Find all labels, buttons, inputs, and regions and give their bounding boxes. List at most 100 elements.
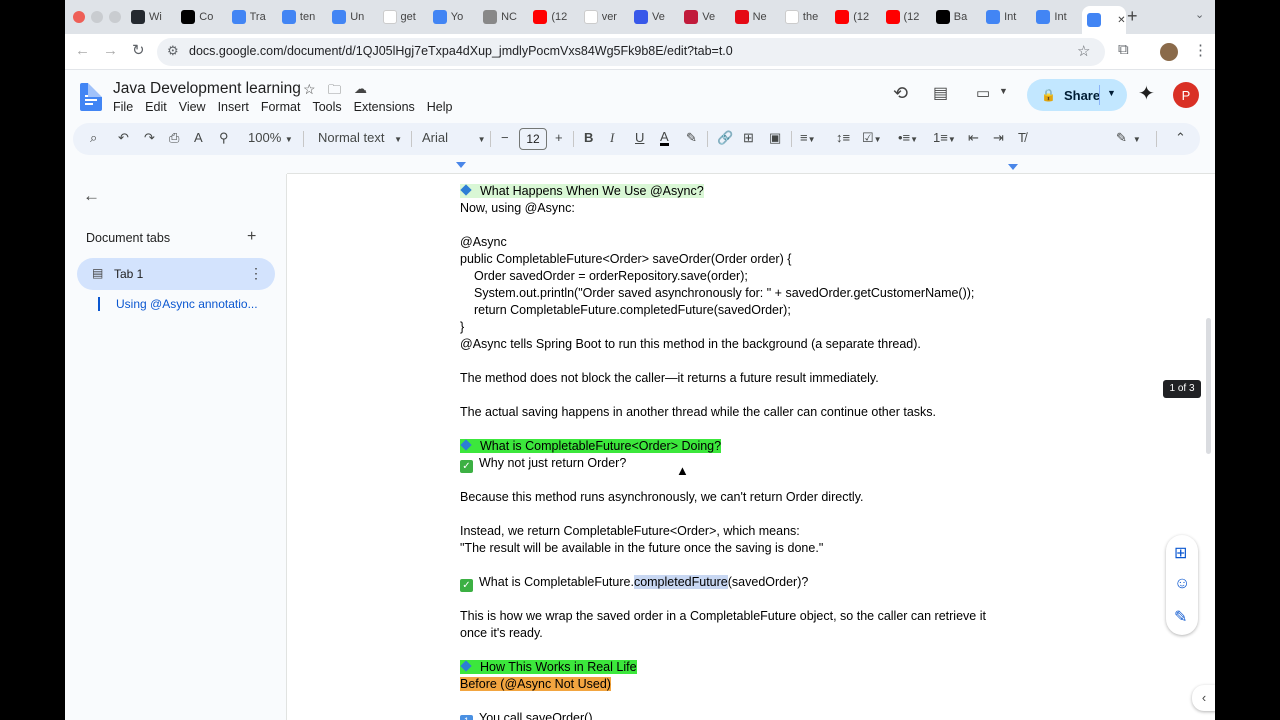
- back-arrow-icon[interactable]: ←: [75, 42, 90, 59]
- spellcheck-icon[interactable]: A: [194, 130, 203, 145]
- increase-indent-icon[interactable]: ⇥: [993, 130, 1004, 146]
- zoom-select[interactable]: 100% ▼: [248, 130, 293, 145]
- version-history-icon[interactable]: ⟲: [893, 83, 908, 104]
- profile-avatar[interactable]: [1160, 43, 1178, 61]
- print-icon[interactable]: ⎙: [169, 130, 179, 146]
- line-spacing-icon[interactable]: ↕≡: [836, 130, 850, 145]
- share-button[interactable]: 🔒 Share ▼: [1027, 79, 1127, 111]
- left-indent-marker[interactable]: [456, 162, 466, 168]
- insert-image-icon[interactable]: ▣: [769, 130, 781, 146]
- browser-tab[interactable]: ten: [281, 6, 326, 28]
- zoom-window-button[interactable]: [109, 11, 121, 23]
- browser-tab[interactable]: Un: [332, 6, 376, 28]
- browser-tab[interactable]: Ba: [935, 6, 980, 28]
- increase-font-size-icon[interactable]: +: [555, 130, 563, 145]
- decrease-indent-icon[interactable]: ⇤: [968, 130, 979, 146]
- star-icon[interactable]: ☆: [303, 81, 316, 98]
- search-menus-icon[interactable]: ⌕: [90, 130, 97, 146]
- align-icon[interactable]: ≡▼: [800, 130, 816, 145]
- cloud-saved-icon[interactable]: ☁: [354, 81, 367, 97]
- outline-item[interactable]: Using @Async annotatio...: [116, 297, 258, 311]
- browser-tab[interactable]: ver: [583, 6, 628, 28]
- menu-edit[interactable]: Edit: [145, 100, 167, 114]
- menu-view[interactable]: View: [179, 100, 206, 114]
- browser-tab[interactable]: Ne: [734, 6, 779, 28]
- bold-icon[interactable]: B: [584, 130, 593, 145]
- address-bar[interactable]: ⚙ docs.google.com/document/d/1QJ05lHgj7e…: [157, 38, 1105, 66]
- underline-icon[interactable]: U: [635, 130, 644, 145]
- text-color-icon[interactable]: A: [660, 130, 669, 146]
- share-dropdown-icon[interactable]: ▼: [1107, 88, 1116, 98]
- italic-icon[interactable]: I: [610, 130, 614, 146]
- menu-file[interactable]: File: [113, 100, 133, 114]
- minimize-window-button[interactable]: [91, 11, 103, 23]
- insert-link-icon[interactable]: 🔗: [717, 130, 733, 146]
- suggest-edits-icon[interactable]: ✎: [1174, 607, 1187, 627]
- new-tab-button[interactable]: +: [1127, 6, 1138, 27]
- browser-tab[interactable]: NC: [483, 6, 527, 28]
- browser-tab[interactable]: Ve: [634, 6, 678, 28]
- close-tab-icon[interactable]: ✕: [1117, 15, 1125, 26]
- browser-tab[interactable]: Tra: [231, 6, 276, 28]
- comments-icon[interactable]: ▤: [933, 83, 948, 103]
- paragraph-style-select[interactable]: Normal text ▼: [318, 130, 402, 145]
- tab-options-icon[interactable]: ⋮: [249, 265, 263, 282]
- redo-icon[interactable]: ↷: [144, 130, 155, 146]
- browser-tab[interactable]: ✕: [1081, 6, 1126, 34]
- gemini-sparkle-icon[interactable]: ✦: [1138, 81, 1155, 106]
- menu-tools[interactable]: Tools: [312, 100, 341, 114]
- document-title[interactable]: Java Development learning: [113, 80, 301, 98]
- add-tab-icon[interactable]: +: [247, 228, 256, 246]
- meet-camera-icon[interactable]: ▭: [976, 84, 990, 102]
- numbered-list-icon[interactable]: 1≡▼: [933, 130, 956, 145]
- account-avatar[interactable]: P: [1173, 82, 1199, 108]
- paint-format-icon[interactable]: ⚲: [219, 130, 229, 146]
- clear-formatting-icon[interactable]: T̸: [1018, 130, 1026, 145]
- add-comment-float-icon[interactable]: ⊞: [1174, 543, 1187, 563]
- browser-tab[interactable]: the: [784, 6, 829, 28]
- extensions-icon[interactable]: ⧉: [1118, 41, 1129, 58]
- docs-logo-icon[interactable]: [80, 83, 102, 111]
- forward-arrow-icon[interactable]: →: [103, 42, 118, 59]
- browser-tab[interactable]: Co: [181, 6, 225, 28]
- decrease-font-size-icon[interactable]: −: [501, 130, 509, 145]
- selected-text[interactable]: completedFuture: [633, 575, 728, 589]
- browser-tab[interactable]: (12: [835, 6, 879, 28]
- checklist-icon[interactable]: ☑▼: [862, 130, 882, 146]
- emoji-reaction-icon[interactable]: ☺: [1174, 575, 1190, 593]
- tab-search-chevron-icon[interactable]: ⌄: [1195, 8, 1204, 21]
- document-canvas[interactable]: What Happens When We Use @Async? Now, us…: [287, 174, 1215, 720]
- menu-extensions[interactable]: Extensions: [354, 100, 415, 114]
- browser-tab[interactable]: Ve: [684, 6, 728, 28]
- browser-tab[interactable]: Yo: [432, 6, 477, 28]
- right-indent-marker[interactable]: [1008, 164, 1018, 170]
- browser-tab[interactable]: Wi: [131, 6, 175, 28]
- browser-tab[interactable]: (12: [533, 6, 577, 28]
- menu-help[interactable]: Help: [427, 100, 453, 114]
- bulleted-list-icon[interactable]: •≡▼: [898, 130, 918, 145]
- highlight-color-icon[interactable]: ✎: [686, 130, 697, 146]
- meet-dropdown-icon[interactable]: ▼: [999, 86, 1008, 96]
- menu-insert[interactable]: Insert: [218, 100, 249, 114]
- close-window-button[interactable]: [73, 11, 85, 23]
- add-comment-icon[interactable]: ⊞: [743, 130, 754, 146]
- sidebar-item-tab1[interactable]: ▤ Tab 1 ⋮: [77, 258, 275, 290]
- reload-icon[interactable]: ↻: [132, 41, 145, 59]
- font-family-select[interactable]: Arial ▼: [422, 130, 486, 145]
- undo-icon[interactable]: ↶: [118, 130, 129, 146]
- back-arrow-icon[interactable]: ←: [83, 186, 100, 206]
- collapse-toolbar-icon[interactable]: ⌃: [1175, 130, 1186, 146]
- browser-menu-icon[interactable]: ⋮: [1193, 41, 1208, 59]
- font-size-input[interactable]: 12: [519, 128, 547, 150]
- bookmark-star-icon[interactable]: ☆: [1077, 42, 1090, 60]
- side-panel-toggle-icon[interactable]: ‹: [1192, 685, 1215, 711]
- editing-mode-icon[interactable]: ✎ ▼: [1116, 130, 1141, 146]
- browser-tab[interactable]: (12: [885, 6, 930, 28]
- menu-format[interactable]: Format: [261, 100, 301, 114]
- site-info-icon[interactable]: ⚙: [167, 43, 179, 59]
- browser-tab[interactable]: get: [382, 6, 427, 28]
- document-body[interactable]: What Happens When We Use @Async? Now, us…: [460, 183, 1005, 720]
- browser-tab[interactable]: Int: [986, 6, 1030, 28]
- browser-tab[interactable]: Int: [1036, 6, 1080, 28]
- vertical-scrollbar[interactable]: [1206, 318, 1211, 454]
